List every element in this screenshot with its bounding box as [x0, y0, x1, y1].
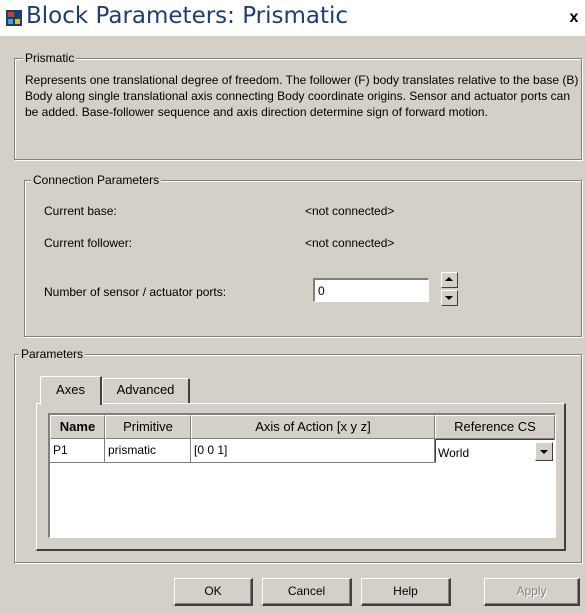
ports-input-value: 0: [318, 284, 325, 298]
simulink-block-icon: [6, 10, 22, 26]
tab-axes[interactable]: Axes: [40, 376, 102, 405]
tab-advanced-label: Advanced: [116, 382, 175, 397]
tab-axes-label: Axes: [56, 382, 85, 397]
current-follower-label: Current follower:: [44, 236, 133, 250]
connection-parameters-legend: Connection Parameters: [31, 173, 162, 187]
tab-advanced[interactable]: Advanced: [102, 378, 190, 403]
close-icon[interactable]: x: [566, 9, 582, 27]
cell-name[interactable]: P1: [50, 439, 105, 463]
ports-label: Number of sensor / actuator ports:: [44, 285, 227, 299]
arrow-down-icon: [445, 296, 453, 300]
reference-cs-value: World: [438, 446, 470, 460]
arrow-up-icon: [445, 277, 453, 281]
title-bar[interactable]: Block Parameters: Prismatic x: [0, 0, 585, 36]
cancel-button[interactable]: Cancel: [262, 578, 352, 606]
column-header-primitive[interactable]: Primitive: [105, 415, 191, 439]
ports-decrement-button[interactable]: [441, 290, 458, 306]
column-header-name[interactable]: Name: [50, 415, 105, 439]
column-header-reference[interactable]: Reference CS: [435, 415, 555, 439]
window-title: Block Parameters: Prismatic: [26, 3, 349, 29]
reference-cs-select[interactable]: World: [435, 439, 555, 463]
prismatic-legend: Prismatic: [23, 51, 77, 65]
cell-primitive[interactable]: prismatic: [105, 439, 191, 463]
column-header-axis[interactable]: Axis of Action [x y z]: [191, 415, 435, 439]
help-button[interactable]: Help: [361, 578, 451, 606]
current-base-label: Current base:: [44, 204, 117, 218]
primitives-table[interactable]: Name Primitive Axis of Action [x y z] Re…: [48, 413, 556, 538]
ports-increment-button[interactable]: [441, 272, 458, 288]
block-description: Represents one translational degree of f…: [25, 73, 579, 119]
cell-axis[interactable]: [0 0 1]: [191, 439, 435, 463]
apply-button[interactable]: Apply: [484, 578, 580, 606]
ok-button[interactable]: OK: [174, 578, 253, 606]
parameters-legend: Parameters: [19, 347, 86, 361]
ports-input[interactable]: 0: [313, 278, 429, 302]
chevron-down-icon: [540, 450, 548, 454]
current-base-value: <not connected>: [305, 204, 395, 218]
current-follower-value: <not connected>: [305, 236, 395, 250]
reference-cs-field[interactable]: World: [435, 439, 555, 463]
reference-cs-dropdown-button[interactable]: [535, 442, 553, 461]
